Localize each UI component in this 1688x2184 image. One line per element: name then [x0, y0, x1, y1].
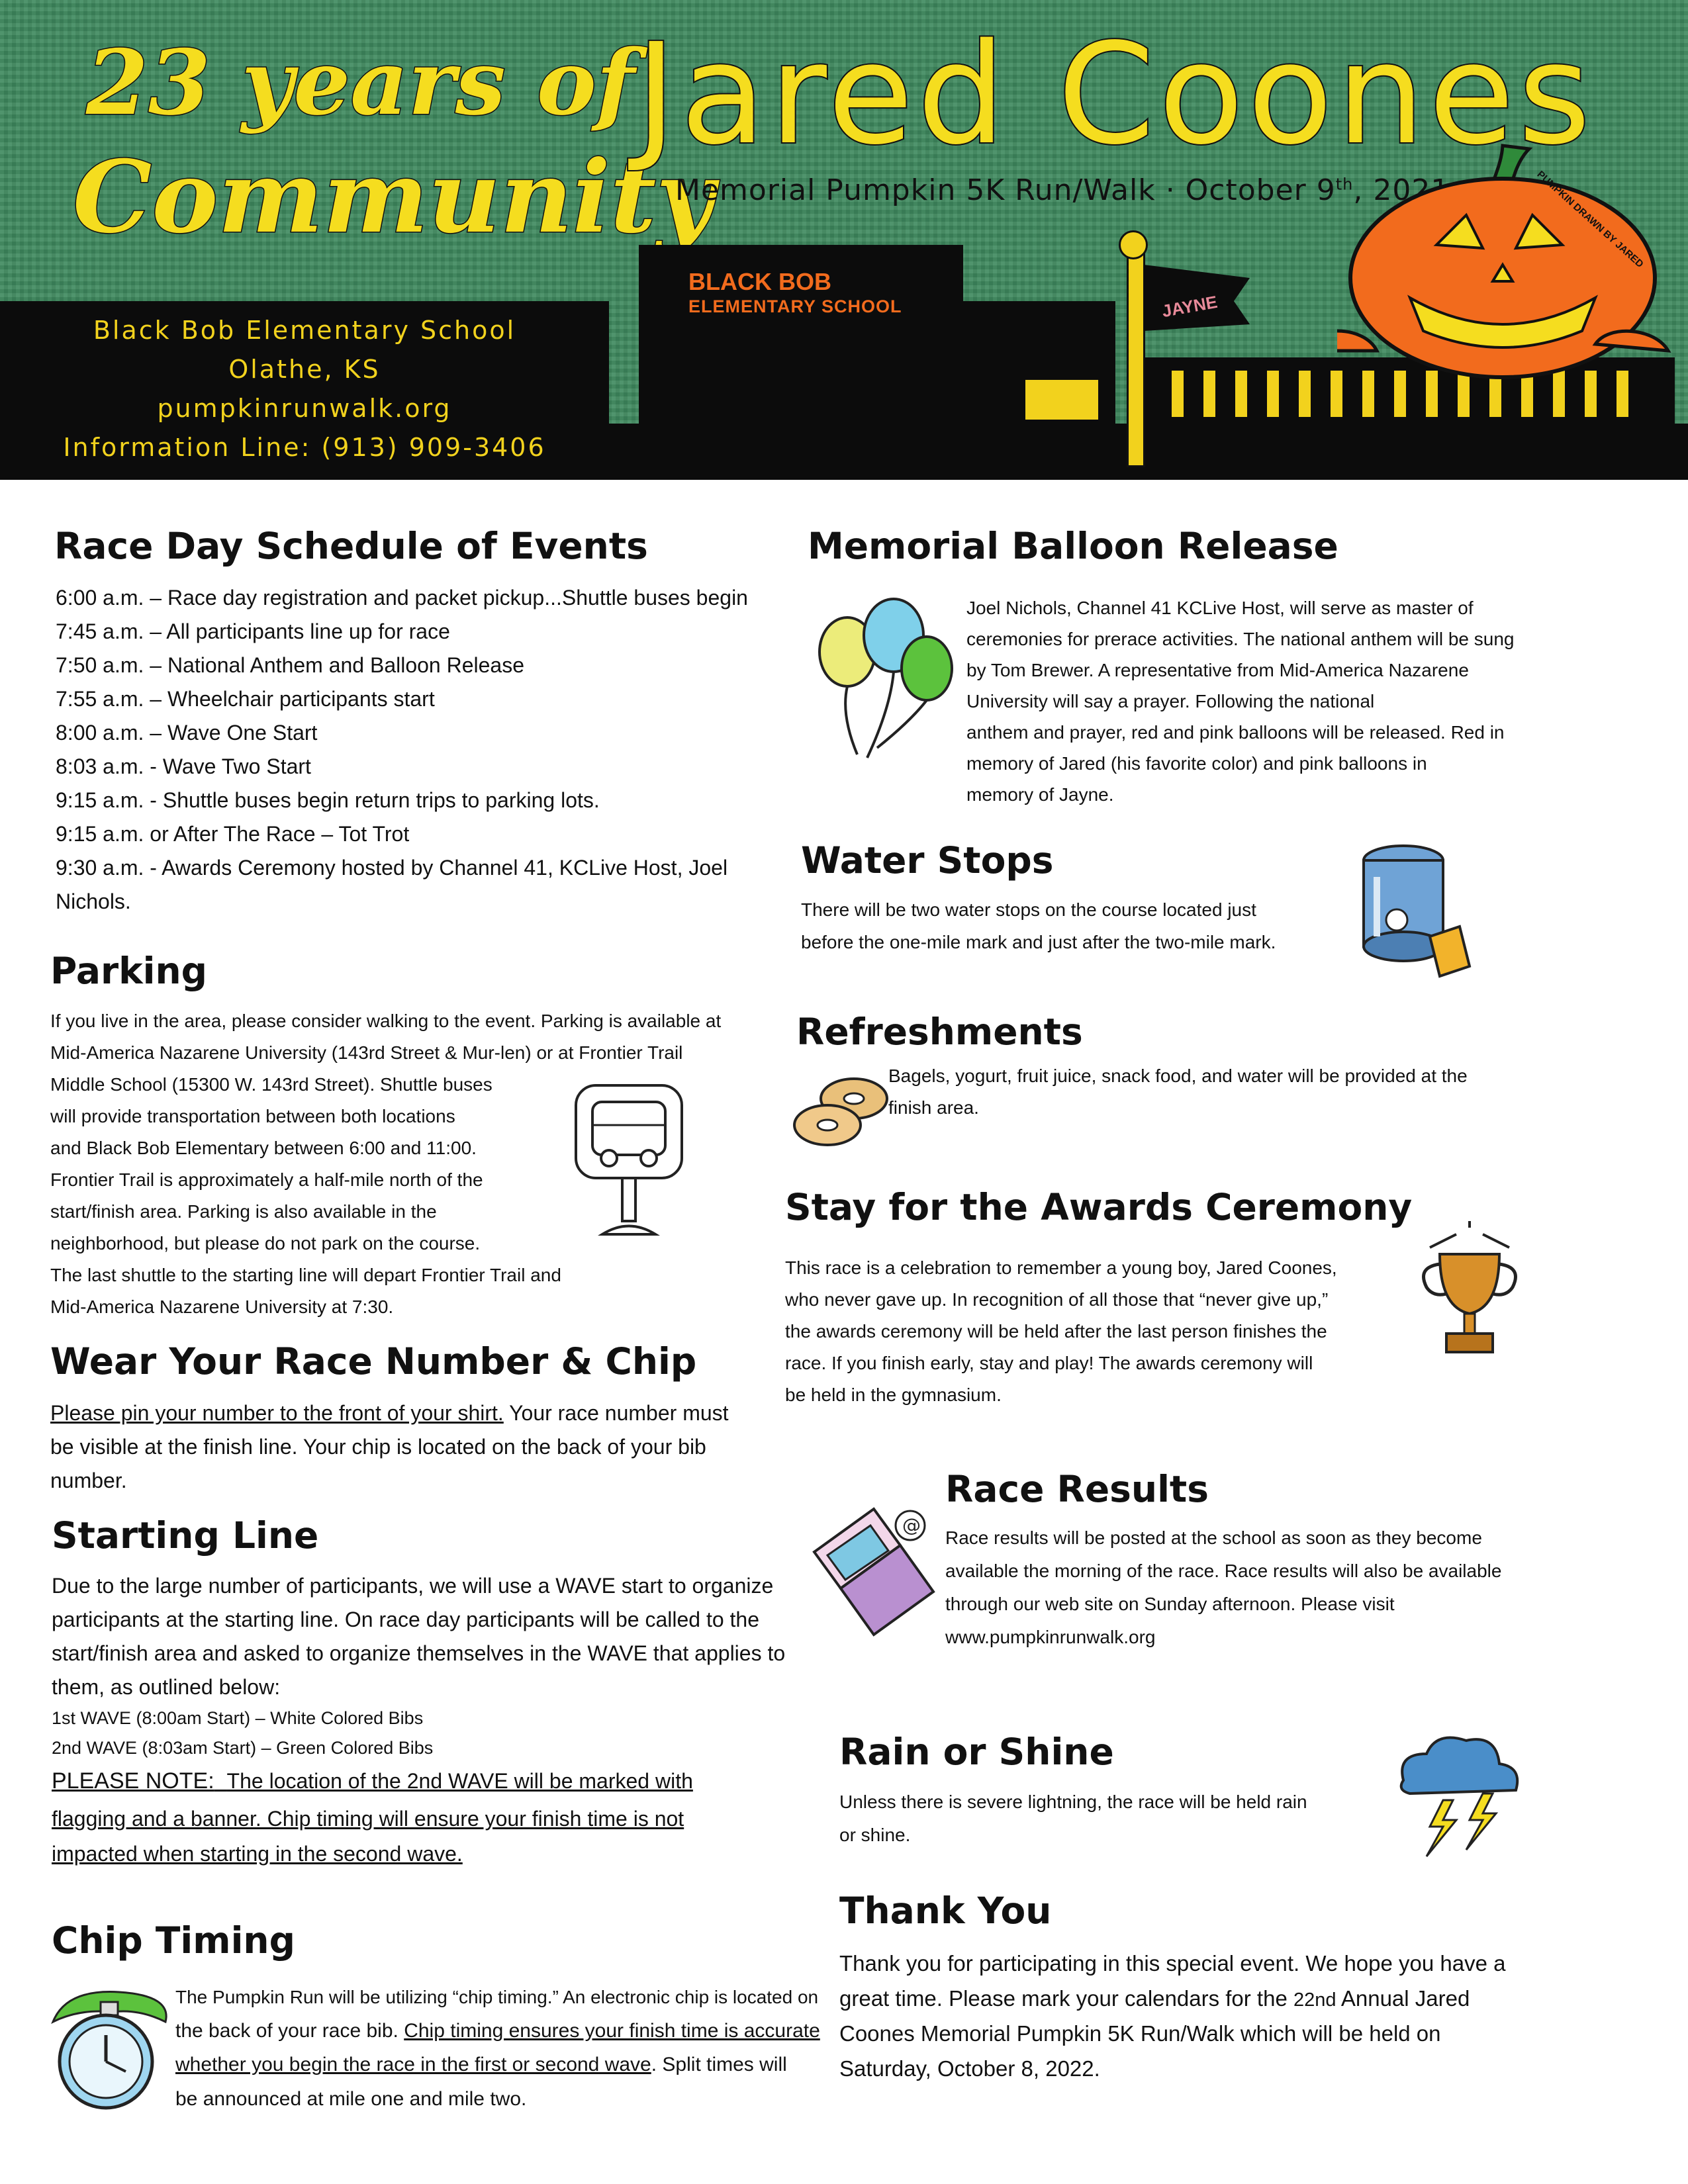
storm-cloud-icon: [1399, 1736, 1519, 1857]
awards-heading: Stay for the Awards Ceremony: [785, 1186, 1413, 1228]
starting-line-text: participants at the starting line. On ra…: [52, 1608, 760, 1631]
note-line: flagging and a banner. Chip timing will …: [52, 1807, 684, 1831]
bus-stop-icon: [575, 1084, 683, 1236]
schedule-item: 8:03 a.m. - Wave Two Start: [56, 754, 311, 778]
schedule-item: 7:45 a.m. – All participants line up for…: [56, 619, 450, 643]
water-line: before the one-mile mark and just after …: [801, 932, 1276, 952]
info-box: Black Bob Elementary School Olathe, KS p…: [0, 301, 609, 480]
bagels-icon: [793, 1077, 888, 1146]
awards-line: This race is a celebration to remember a…: [785, 1257, 1337, 1278]
balloon-line: memory of Jared (his favorite color) and…: [966, 753, 1427, 774]
svg-text:@: @: [902, 1514, 921, 1536]
note-line: PLEASE NOTE: The location of the 2nd WAV…: [52, 1768, 693, 1794]
balloon-line: anthem and prayer, red and pink balloons…: [966, 722, 1505, 743]
tagline-line1: 23 years of: [85, 29, 636, 136]
parking-heading: Parking: [50, 950, 208, 992]
parking-line: The last shuttle to the starting line wi…: [50, 1265, 561, 1285]
flag-pole-top: [1119, 230, 1148, 259]
starting-line-text: them, as outlined below:: [52, 1675, 281, 1699]
balloon-line: by Tom Brewer. A representative from Mid…: [966, 660, 1469, 680]
info-school: Black Bob Elementary School: [93, 316, 516, 345]
schedule-item: 7:55 a.m. – Wheelchair participants star…: [56, 687, 435, 711]
refreshments-line: Bagels, yogurt, fruit juice, snack food,…: [888, 1066, 1468, 1086]
water-cooler-icon: [1362, 844, 1472, 978]
trophy-icon: [1422, 1221, 1517, 1353]
schedule-item: Nichols.: [56, 889, 131, 913]
parking-line: Frontier Trail is approximately a half-m…: [50, 1169, 483, 1190]
parking-line: start/finish area. Parking is also avail…: [50, 1201, 437, 1222]
schedule-item: 6:00 a.m. – Race day registration and pa…: [56, 586, 748, 610]
awards-line: race. If you finish early, stay and play…: [785, 1353, 1313, 1373]
chip-timing-heading: Chip Timing: [52, 1919, 295, 1962]
schedule-item: 9:15 a.m. or After The Race – Tot Trot: [56, 822, 410, 846]
race-number-line: number.: [50, 1469, 127, 1492]
schedule-item: 9:15 a.m. - Shuttle buses begin return t…: [56, 788, 600, 812]
results-heading: Race Results: [945, 1468, 1209, 1510]
balloon-line: ceremonies for prerace activities. The n…: [966, 629, 1515, 649]
parking-line: If you live in the area, please consider…: [50, 1011, 722, 1031]
parking-line: will provide transportation between both…: [50, 1106, 455, 1126]
water-line: There will be two water stops on the cou…: [801, 899, 1256, 920]
thanks-line: Coones Memorial Pumpkin 5K Run/Walk whic…: [839, 2021, 1441, 2046]
results-line: Race results will be posted at the schoo…: [945, 1527, 1482, 1548]
schedule-item: 8:00 a.m. – Wave One Start: [56, 721, 318, 745]
rain-line: or shine.: [839, 1825, 911, 1845]
race-number-line: Please pin your number to the front of y…: [50, 1401, 729, 1425]
jack-o-lantern-icon: [1337, 144, 1671, 379]
starting-line-heading: Starting Line: [52, 1514, 319, 1557]
chip-timing-line: the back of your race bib. Chip timing e…: [175, 2020, 820, 2042]
balloon-heading: Memorial Balloon Release: [808, 525, 1338, 567]
chip-timing-line: whether you begin the race in the first …: [175, 2054, 787, 2075]
schedule-item: 7:50 a.m. – National Anthem and Balloon …: [56, 653, 525, 677]
refreshments-line: finish area.: [888, 1097, 979, 1118]
balloon-line: University will say a prayer. Following …: [966, 691, 1375, 711]
awards-line: who never gave up. In recognition of all…: [785, 1289, 1329, 1310]
info-website[interactable]: pumpkinrunwalk.org: [0, 394, 609, 423]
parking-line: and Black Bob Elementary between 6:00 an…: [50, 1138, 477, 1158]
parking-line: neighborhood, but please do not park on …: [50, 1233, 481, 1253]
rain-line: Unless there is severe lightning, the ra…: [839, 1792, 1307, 1812]
schedule-item: 9:30 a.m. - Awards Ceremony hosted by Ch…: [56, 856, 728, 880]
chip-timing-line: be announced at mile one and mile two.: [175, 2088, 527, 2110]
race-number-line: be visible at the finish line. Your chip…: [50, 1435, 706, 1459]
results-line: available the morning of the race. Race …: [945, 1561, 1502, 1581]
thanks-line: Saturday, October 8, 2022.: [839, 2056, 1100, 2081]
school-sign-name: BLACK BOB: [688, 268, 831, 295]
race-number-heading: Wear Your Race Number & Chip: [50, 1340, 697, 1383]
chip-timing-line: The Pumpkin Run will be utilizing “chip …: [175, 1987, 819, 2007]
water-heading: Water Stops: [801, 839, 1054, 882]
balloon-line: Joel Nichols, Channel 41 KCLive Host, wi…: [966, 598, 1474, 618]
info-phone: Information Line: (913) 909-3406: [63, 433, 546, 462]
header-banner: 23 years of Community Jared Coones Memor…: [0, 0, 1688, 480]
schedule-heading: Race Day Schedule of Events: [54, 525, 648, 567]
parking-line: Mid-America Nazarene University at 7:30.: [50, 1297, 394, 1317]
event-subtitle: Memorial Pumpkin 5K Run/Walk · October 9…: [675, 173, 1450, 207]
rain-heading: Rain or Shine: [839, 1731, 1114, 1773]
parking-line: Mid-America Nazarene University (143rd S…: [50, 1042, 683, 1063]
parking-line: Middle School (15300 W. 143rd Street). S…: [50, 1074, 492, 1095]
results-link[interactable]: www.pumpkinrunwalk.org: [945, 1627, 1155, 1648]
balloons-icon: [818, 598, 953, 758]
note-line: impacted when starting in the second wav…: [52, 1842, 463, 1866]
results-line: through our web site on Sunday afternoon…: [945, 1594, 1395, 1614]
thanks-heading: Thank You: [839, 1889, 1052, 1932]
thanks-line: Thank you for participating in this spec…: [839, 1951, 1506, 1976]
balloon-line: memory of Jayne.: [966, 784, 1114, 805]
wave-2: 2nd WAVE (8:03am Start) – Green Colored …: [52, 1738, 434, 1758]
thanks-line: great time. Please mark your calendars f…: [839, 1986, 1470, 2011]
starting-line-text: Due to the large number of participants,…: [52, 1574, 774, 1598]
starting-line-text: start/finish area and asked to organize …: [52, 1641, 786, 1665]
awards-line: the awards ceremony will be held after t…: [785, 1321, 1327, 1342]
info-location: Olathe, KS: [228, 355, 381, 384]
laptop-icon: @: [812, 1507, 935, 1637]
tagline-line2: Community: [71, 138, 714, 257]
school-window: [1023, 377, 1101, 422]
ground-silhouette: [609, 424, 1688, 480]
school-sign-subtitle: ELEMENTARY SCHOOL: [688, 296, 902, 316]
flag-pole: [1127, 238, 1145, 467]
stopwatch-icon: [51, 1991, 167, 2110]
refreshments-heading: Refreshments: [796, 1011, 1083, 1053]
wave-1: 1st WAVE (8:00am Start) – White Colored …: [52, 1708, 424, 1728]
awards-line: be held in the gymnasium.: [785, 1385, 1002, 1405]
